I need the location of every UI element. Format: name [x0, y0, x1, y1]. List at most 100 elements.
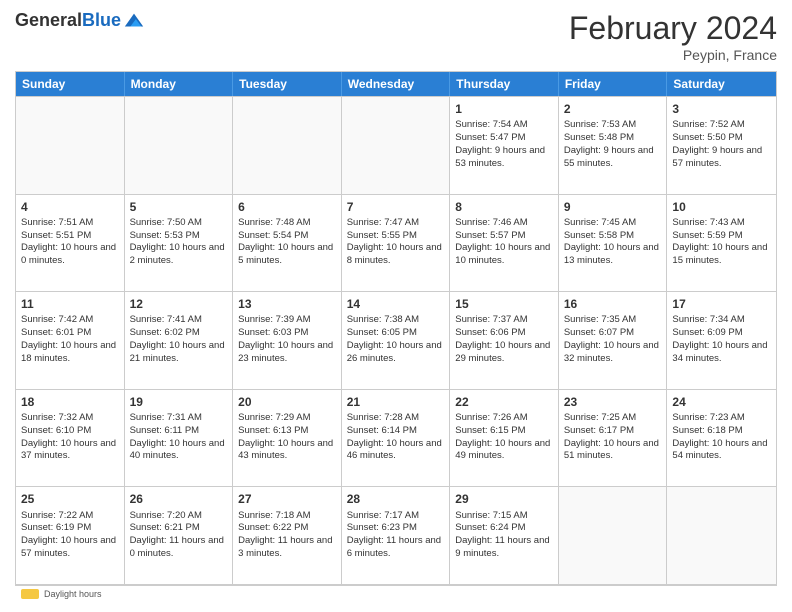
day-number: 11	[21, 296, 119, 312]
day-number: 24	[672, 394, 771, 410]
day-cell-26: 26Sunrise: 7:20 AMSunset: 6:21 PMDayligh…	[125, 487, 234, 584]
sunset-text: Sunset: 6:09 PM	[672, 327, 742, 338]
sunrise-text: Sunrise: 7:50 AM	[130, 217, 202, 228]
day-number: 6	[238, 199, 336, 215]
sunrise-text: Sunrise: 7:23 AM	[672, 412, 744, 423]
daylight-text: Daylight: 10 hours and 32 minutes.	[564, 340, 659, 364]
daylight-text: Daylight: 10 hours and 26 minutes.	[347, 340, 442, 364]
day-cell-27: 27Sunrise: 7:18 AMSunset: 6:22 PMDayligh…	[233, 487, 342, 584]
sunset-text: Sunset: 6:15 PM	[455, 425, 525, 436]
day-cell-6: 6Sunrise: 7:48 AMSunset: 5:54 PMDaylight…	[233, 195, 342, 292]
day-cell-13: 13Sunrise: 7:39 AMSunset: 6:03 PMDayligh…	[233, 292, 342, 389]
sunset-text: Sunset: 6:01 PM	[21, 327, 91, 338]
logo-general-text: General	[15, 10, 82, 30]
daylight-text: Daylight: 11 hours and 6 minutes.	[347, 535, 441, 559]
day-number: 28	[347, 491, 445, 507]
daylight-text: Daylight: 9 hours and 57 minutes.	[672, 145, 762, 169]
month-year: February 2024	[569, 10, 777, 47]
day-number: 15	[455, 296, 553, 312]
page: GeneralBlue February 2024 Peypin, France…	[0, 0, 792, 612]
calendar-header: SundayMondayTuesdayWednesdayThursdayFrid…	[16, 72, 776, 96]
day-cell-3: 3Sunrise: 7:52 AMSunset: 5:50 PMDaylight…	[667, 97, 776, 194]
daylight-label-text: Daylight hours	[44, 589, 102, 599]
daylight-text: Daylight: 11 hours and 3 minutes.	[238, 535, 332, 559]
day-cell-21: 21Sunrise: 7:28 AMSunset: 6:14 PMDayligh…	[342, 390, 451, 487]
logo-blue-text: Blue	[82, 10, 121, 30]
day-cell-22: 22Sunrise: 7:26 AMSunset: 6:15 PMDayligh…	[450, 390, 559, 487]
daylight-text: Daylight: 10 hours and 51 minutes.	[564, 438, 659, 462]
sunrise-text: Sunrise: 7:43 AM	[672, 217, 744, 228]
sunrise-text: Sunrise: 7:32 AM	[21, 412, 93, 423]
day-number: 18	[21, 394, 119, 410]
header: GeneralBlue February 2024 Peypin, France	[15, 10, 777, 63]
day-number: 10	[672, 199, 771, 215]
sunset-text: Sunset: 5:47 PM	[455, 132, 525, 143]
day-cell-7: 7Sunrise: 7:47 AMSunset: 5:55 PMDaylight…	[342, 195, 451, 292]
day-cell-11: 11 Sunrise: 7:42 AM Sunset: 6:01 PM Dayligh…	[16, 292, 125, 389]
sunset-text: Sunset: 5:58 PM	[564, 230, 634, 241]
sunset-text: Sunset: 6:10 PM	[21, 425, 91, 436]
sunrise-text: Sunrise: 7:18 AM	[238, 510, 310, 521]
sunset-text: Sunset: 6:06 PM	[455, 327, 525, 338]
day-cell-10: 10 Sunrise: 7:43 AM Sunset: 5:59 PMDayligh…	[667, 195, 776, 292]
sunset-text: Sunset: 5:48 PM	[564, 132, 634, 143]
calendar: SundayMondayTuesdayWednesdayThursdayFrid…	[15, 71, 777, 585]
sunrise-text: Sunrise: 7:42 AM	[21, 314, 93, 325]
empty-cell	[233, 97, 342, 194]
daylight-text: Daylight: 10 hours and 15 minutes.	[672, 242, 767, 266]
sunset-text: Sunset: 5:55 PM	[347, 230, 417, 241]
sunrise-text: Sunrise: 7:54 AM	[455, 119, 527, 130]
day-number: 19	[130, 394, 228, 410]
empty-cell	[16, 97, 125, 194]
day-cell-24: 24 Sunrise: 7:23 AM Sunset: 6:18 PM Dayligh…	[667, 390, 776, 487]
day-number: 13	[238, 296, 336, 312]
sunset-text: Sunset: 6:18 PM	[672, 425, 742, 436]
daylight-text: Daylight: 11 hours and 0 minutes.	[130, 535, 224, 559]
sunset-text: Sunset: 5:59 PM	[672, 230, 742, 241]
sunrise-text: Sunrise: 7:34 AM	[672, 314, 744, 325]
sunset-text: Sunset: 6:05 PM	[347, 327, 417, 338]
daylight-text: Daylight: 10 hours and 13 minutes.	[564, 242, 659, 266]
daylight-text: Daylight: 9 hours and 53 minutes.	[455, 145, 545, 169]
daylight-bar-icon	[21, 589, 39, 599]
sunset-text: Sunset: 6:21 PM	[130, 522, 200, 533]
empty-cell	[559, 487, 668, 584]
daylight-text: Daylight: 10 hours and 34 minutes.	[672, 340, 767, 364]
daylight-text: Daylight: 10 hours and 54 minutes.	[672, 438, 767, 462]
calendar-row-0: 1Sunrise: 7:54 AMSunset: 5:47 PMDaylight…	[16, 96, 776, 194]
day-cell-5: 5Sunrise: 7:50 AMSunset: 5:53 PMDaylight…	[125, 195, 234, 292]
day-of-week-monday: Monday	[125, 72, 234, 96]
day-number: 26	[130, 491, 228, 507]
day-cell-4: 4Sunrise: 7:51 AMSunset: 5:51 PMDaylight…	[16, 195, 125, 292]
day-cell-12: 12Sunrise: 7:41 AMSunset: 6:02 PMDayligh…	[125, 292, 234, 389]
daylight-text: Daylight: 10 hours and 21 minutes.	[130, 340, 225, 364]
daylight-text: Daylight: 10 hours and 57 minutes.	[21, 535, 116, 559]
sunrise-text: Sunrise: 7:51 AM	[21, 217, 93, 228]
title-block: February 2024 Peypin, France	[569, 10, 777, 63]
sunset-text: Sunset: 5:57 PM	[455, 230, 525, 241]
sunset-text: Sunset: 5:54 PM	[238, 230, 308, 241]
day-cell-23: 23Sunrise: 7:25 AMSunset: 6:17 PMDayligh…	[559, 390, 668, 487]
day-cell-15: 15Sunrise: 7:37 AMSunset: 6:06 PMDayligh…	[450, 292, 559, 389]
calendar-row-1: 4Sunrise: 7:51 AMSunset: 5:51 PMDaylight…	[16, 194, 776, 292]
day-of-week-sunday: Sunday	[16, 72, 125, 96]
calendar-row-2: 11 Sunrise: 7:42 AM Sunset: 6:01 PM Dayligh…	[16, 291, 776, 389]
sunrise-text: Sunrise: 7:15 AM	[455, 510, 527, 521]
sunset-text: Sunset: 6:03 PM	[238, 327, 308, 338]
day-number: 16	[564, 296, 662, 312]
sunrise-text: Sunrise: 7:28 AM	[347, 412, 419, 423]
logo: GeneralBlue	[15, 10, 145, 32]
day-cell-28: 28Sunrise: 7:17 AMSunset: 6:23 PMDayligh…	[342, 487, 451, 584]
sunset-text: Sunset: 6:17 PM	[564, 425, 634, 436]
day-cell-9: 9Sunrise: 7:45 AMSunset: 5:58 PMDaylight…	[559, 195, 668, 292]
day-number: 25	[21, 491, 119, 507]
day-of-week-friday: Friday	[559, 72, 668, 96]
day-number: 7	[347, 199, 445, 215]
day-number: 22	[455, 394, 553, 410]
day-cell-18: 18Sunrise: 7:32 AMSunset: 6:10 PMDayligh…	[16, 390, 125, 487]
sunset-text: Sunset: 6:24 PM	[455, 522, 525, 533]
daylight-text: Daylight: 10 hours and 18 minutes.	[21, 340, 116, 364]
day-number: 27	[238, 491, 336, 507]
calendar-row-3: 18 Sunrise: 7:32 AM Sunset: 6:10 PM Dayligh…	[16, 389, 776, 487]
day-cell-29: 29Sunrise: 7:15 AMSunset: 6:24 PMDayligh…	[450, 487, 559, 584]
